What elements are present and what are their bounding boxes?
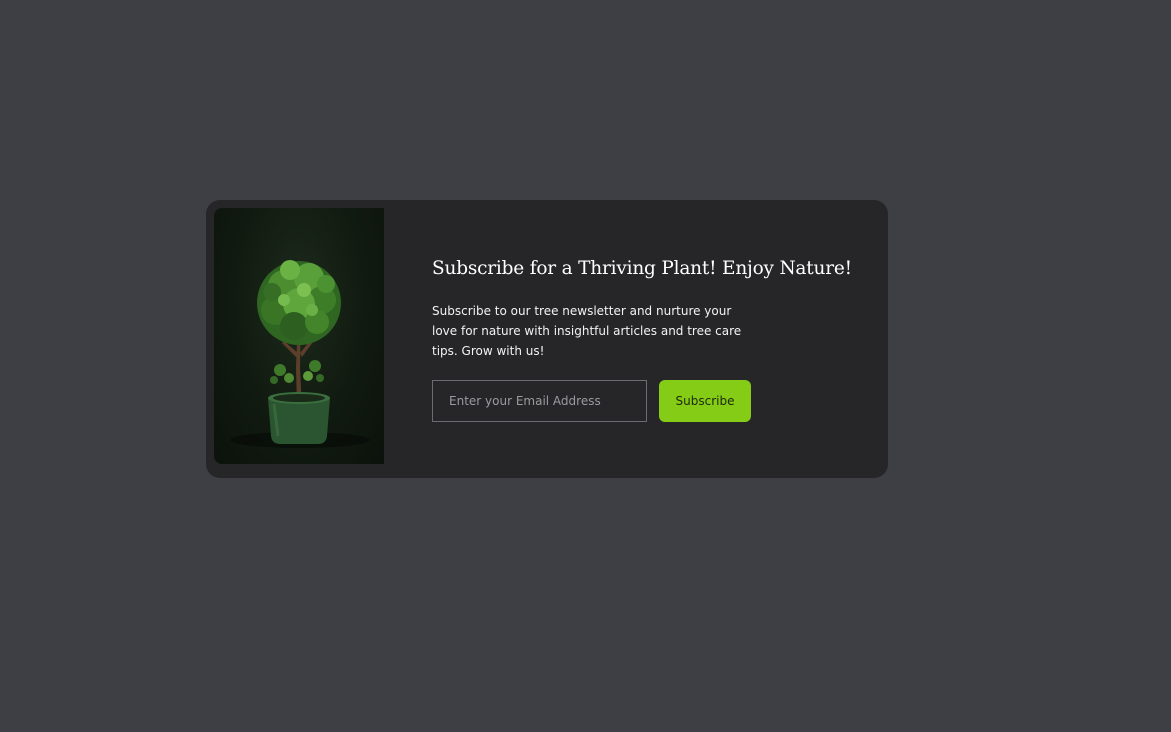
email-input[interactable] [432, 380, 647, 422]
plant-illustration [230, 260, 370, 448]
newsletter-card: Subscribe for a Thriving Plant! Enjoy Na… [206, 200, 888, 478]
subscribe-button[interactable]: Subscribe [659, 380, 751, 422]
topiary-plant-image [214, 208, 384, 464]
newsletter-description: Subscribe to our tree newsletter and nur… [432, 304, 742, 358]
newsletter-title: Subscribe for a Thriving Plant! Enjoy Na… [432, 258, 852, 279]
